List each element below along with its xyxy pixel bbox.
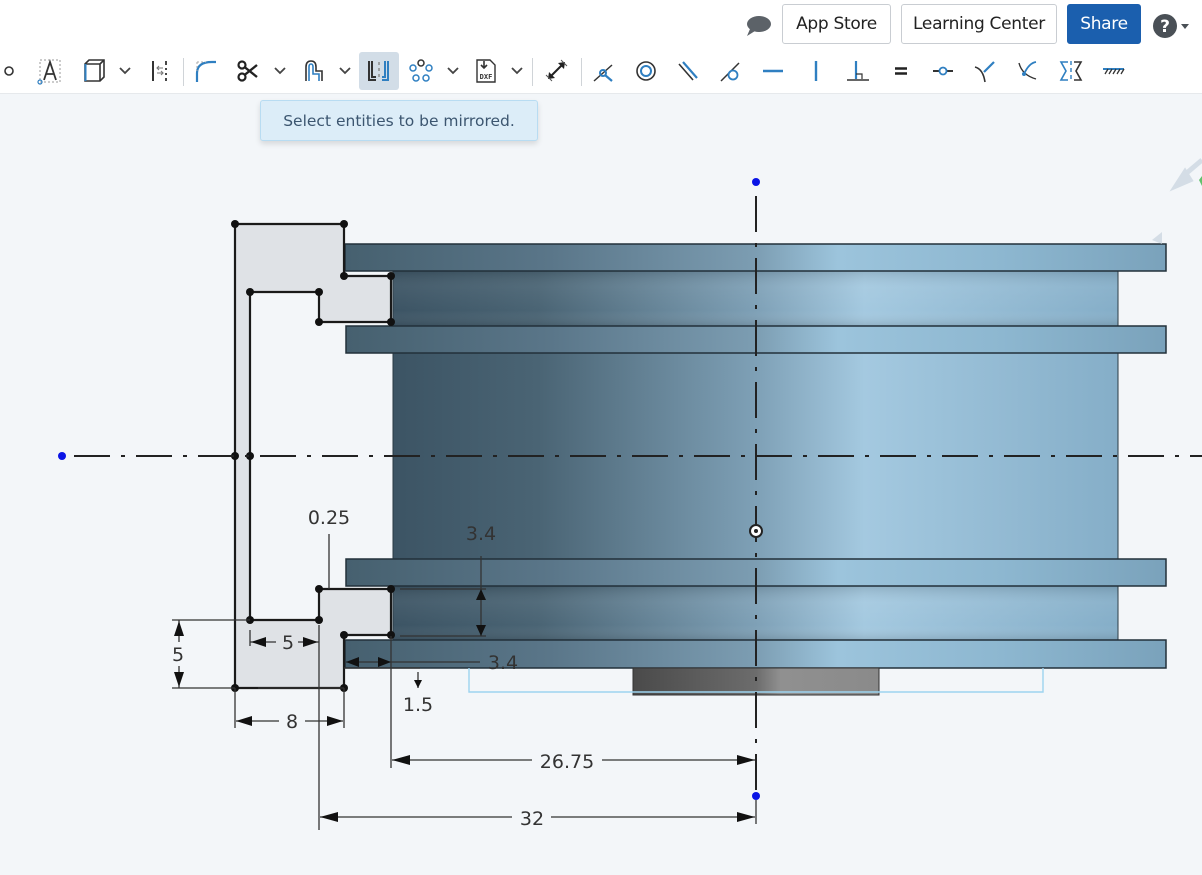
symmetric-constraint[interactable] (1052, 52, 1090, 90)
text-tool[interactable] (31, 52, 69, 90)
symmetric-icon (1059, 61, 1083, 81)
mirror-tooltip: Select entities to be mirrored. (260, 100, 538, 141)
use-tool[interactable] (75, 52, 113, 90)
learning-center-button[interactable]: Learning Center (901, 4, 1057, 44)
chevron-down-icon (339, 67, 351, 75)
svg-text:DXF: DXF (480, 73, 493, 81)
equal-constraint[interactable] (882, 52, 920, 90)
point-icon (4, 66, 14, 76)
sketch-toolbar: DXF (0, 50, 1202, 94)
dimension-label-8[interactable]: 8 (286, 711, 298, 733)
dimension-label-0.25[interactable]: 0.25 (308, 507, 350, 529)
offset-dropdown-caret[interactable] (336, 52, 354, 90)
text-icon (37, 59, 61, 85)
dimension-label-5-vertical[interactable]: 5 (172, 644, 184, 666)
toolbar-separator (581, 58, 582, 86)
boss-feature[interactable] (632, 667, 880, 696)
concentric-icon (636, 61, 656, 81)
dxf-import-tool[interactable]: DXF (467, 52, 505, 90)
coincident-constraint[interactable] (585, 52, 623, 90)
app-store-button[interactable]: App Store (782, 4, 891, 44)
construction-tool[interactable] (140, 52, 178, 90)
fillet-tool[interactable] (187, 52, 225, 90)
horizontal-constraint[interactable] (754, 52, 792, 90)
comment-icon[interactable] (744, 14, 772, 38)
chevron-down-icon (274, 67, 286, 75)
use-icon (84, 59, 105, 82)
normal-constraint[interactable] (966, 52, 1004, 90)
dimension-icon (545, 59, 568, 82)
chevron-down-icon (511, 67, 523, 75)
construction-icon (152, 61, 167, 81)
dimension-label-5-horizontal[interactable]: 5 (282, 632, 294, 654)
fix-icon (1103, 68, 1125, 75)
vertical-icon (814, 61, 818, 81)
midpoint-constraint[interactable] (924, 52, 962, 90)
share-button[interactable]: Share (1067, 4, 1141, 44)
horizontal-icon (763, 69, 783, 73)
pattern-dropdown-caret[interactable] (444, 52, 462, 90)
centerline-endpoint[interactable] (752, 178, 760, 186)
mirror-icon (368, 61, 389, 81)
coincident-icon (593, 64, 613, 82)
dimension-tool[interactable] (538, 52, 576, 90)
equal-icon (895, 67, 907, 75)
chevron-down-icon (447, 67, 459, 75)
dxf-icon: DXF (476, 59, 496, 83)
pierce-constraint[interactable] (1009, 52, 1047, 90)
midpoint-icon (933, 66, 953, 76)
dimension-label-26.75[interactable]: 26.75 (540, 751, 594, 773)
offset-tool[interactable] (295, 52, 333, 90)
tangent-icon (720, 62, 740, 82)
fix-constraint[interactable] (1094, 52, 1132, 90)
chevron-down-icon (119, 67, 131, 75)
origin-point[interactable] (749, 524, 763, 538)
circular-pattern-icon (409, 59, 433, 82)
toolbar-separator (183, 58, 184, 86)
view-triad-arrows[interactable] (1152, 158, 1202, 244)
perpendicular-constraint[interactable] (839, 52, 877, 90)
perpendicular-icon (847, 61, 869, 81)
pattern-tool[interactable] (402, 52, 440, 90)
centerline-endpoint[interactable] (58, 452, 66, 460)
dimension-label-1.5[interactable]: 1.5 (403, 694, 433, 716)
dimension-label-3.4-vertical[interactable]: 3.4 (466, 523, 496, 545)
parallel-constraint[interactable] (669, 52, 707, 90)
trim-dropdown-caret[interactable] (271, 52, 289, 90)
vertical-constraint[interactable] (797, 52, 835, 90)
offset-icon (305, 60, 323, 81)
scissors-icon (237, 60, 258, 82)
parallel-icon (678, 61, 698, 81)
dimension-label-3.4-horizontal[interactable]: 3.4 (488, 652, 518, 674)
tangent-constraint[interactable] (712, 52, 750, 90)
use-dropdown-caret[interactable] (116, 52, 134, 90)
fillet-icon (195, 60, 216, 82)
trim-tool[interactable] (229, 52, 267, 90)
toolbar-separator (532, 58, 533, 86)
top-bar: App Store Learning Center Share ? (0, 0, 1202, 50)
mirror-tool[interactable] (359, 52, 399, 90)
graphics-viewport[interactable]: 0.25 3.4 3.4 5 5 8 1.5 26.75 32 (0, 95, 1202, 870)
dimension-label-32[interactable]: 32 (520, 808, 544, 830)
concentric-constraint[interactable] (627, 52, 665, 90)
pierce-icon (1018, 61, 1037, 80)
svg-text:?: ? (1160, 17, 1170, 37)
normal-icon (974, 61, 995, 83)
centerline-endpoint[interactable] (752, 792, 760, 800)
dxf-dropdown-caret[interactable] (508, 52, 526, 90)
help-icon[interactable]: ? (1152, 13, 1194, 39)
point-tool[interactable] (0, 52, 28, 90)
